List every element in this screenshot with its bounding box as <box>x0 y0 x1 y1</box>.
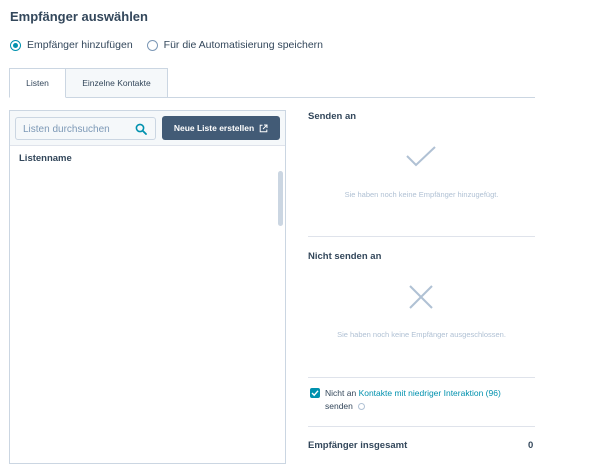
radio-checked-icon <box>10 39 21 51</box>
new-list-button[interactable]: Neue Liste erstellen <box>162 116 280 140</box>
do-not-send-divider <box>308 377 535 378</box>
x-mark-icon <box>409 285 433 309</box>
recipient-mode-group: Empfänger hinzufügen Für die Automatisie… <box>10 39 337 51</box>
radio-unchecked-icon <box>146 39 158 51</box>
low-engagement-text: Nicht an Kontakte mit niedriger Interakt… <box>325 387 545 413</box>
tab-divider <box>168 97 535 98</box>
radio-save-for-automation-label: Für die Automatisierung speichern <box>163 39 323 51</box>
tab-individual-contacts[interactable]: Einzelne Kontakte <box>66 68 168 98</box>
checkmark-icon <box>406 146 436 167</box>
external-link-icon <box>259 124 268 132</box>
low-engagement-contacts-link[interactable]: Kontakte mit niedriger Interaktion (96) <box>359 388 501 398</box>
list-scrollbar[interactable] <box>278 171 283 226</box>
page-title: Empfänger auswählen <box>10 9 148 24</box>
total-recipients-value: 0 <box>528 440 534 451</box>
low-engagement-checkbox[interactable] <box>310 388 320 398</box>
send-to-title: Senden an <box>308 111 357 122</box>
send-to-divider <box>308 236 535 237</box>
info-icon[interactable] <box>358 403 366 411</box>
do-not-send-empty-message: Sie haben noch keine Empfänger ausgeschl… <box>337 330 506 339</box>
new-list-button-label: Neue Liste erstellen <box>173 123 255 133</box>
total-divider <box>308 426 535 427</box>
radio-add-recipients-label: Empfänger hinzufügen <box>27 39 133 51</box>
list-search-input[interactable] <box>23 121 133 137</box>
search-icon[interactable] <box>135 123 147 135</box>
list-search <box>15 117 156 140</box>
low-engagement-prefix: Nicht an <box>325 388 357 398</box>
list-name-column-header[interactable]: Listenname <box>19 153 72 164</box>
total-recipients-label: Empfänger insgesamt <box>308 440 408 451</box>
list-panel: Neue Liste erstellen Listenname <box>9 110 286 464</box>
send-to-empty-message: Sie haben noch keine Empfänger hinzugefü… <box>344 190 499 199</box>
checkbox-check-icon <box>311 390 319 397</box>
radio-add-recipients[interactable]: Empfänger hinzufügen <box>10 39 133 51</box>
tab-lists[interactable]: Listen <box>9 68 66 98</box>
low-engagement-suffix: senden <box>325 401 353 411</box>
list-toolbar: Neue Liste erstellen <box>10 111 285 146</box>
tab-bar: Listen Einzelne Kontakte <box>9 68 168 98</box>
do-not-send-title: Nicht senden an <box>308 251 382 262</box>
radio-save-for-automation[interactable]: Für die Automatisierung speichern <box>146 39 323 51</box>
